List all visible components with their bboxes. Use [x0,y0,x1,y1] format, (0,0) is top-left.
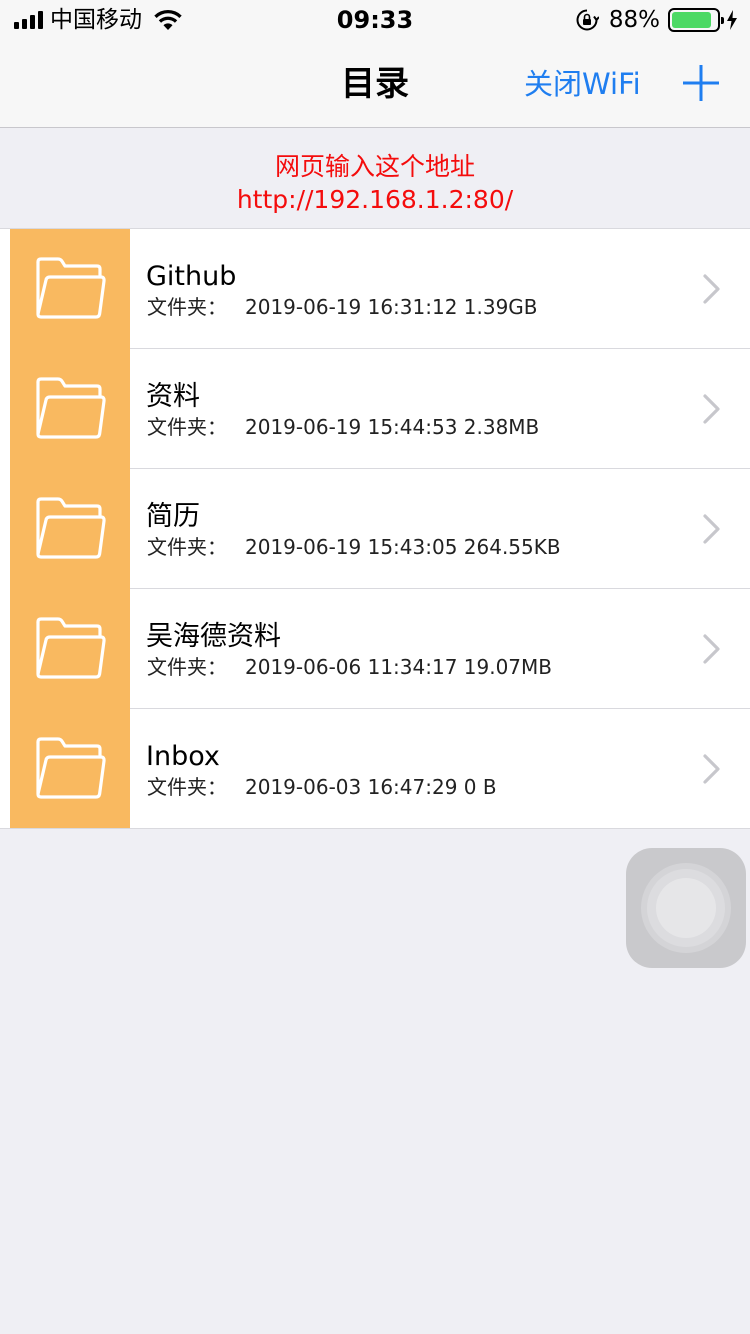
folder-thumbnail [10,469,130,589]
folder-icon [36,257,106,319]
folder-thumbnail [10,229,130,349]
file-info: 2019-06-03 16:47:29 0 B [245,775,497,799]
chevron-right-icon [703,754,720,784]
file-list: Github 文件夹： 2019-06-19 16:31:12 1.39GB 资料… [0,228,750,829]
file-meta: 文件夹： 2019-06-19 15:44:53 2.38MB [147,413,539,441]
chevron-right-icon [703,514,720,544]
list-item[interactable]: Github 文件夹： 2019-06-19 16:31:12 1.39GB [0,229,750,349]
file-name: 资料 [146,381,200,412]
file-meta: 文件夹： 2019-06-19 16:31:12 1.39GB [147,293,538,321]
charging-bolt-icon [727,10,737,30]
file-kind: 文件夹： [147,415,227,439]
battery-percent: 88% [608,7,660,33]
folder-icon [36,377,106,439]
file-name: 吴海德资料 [146,621,281,652]
status-right: 88% [575,6,738,34]
folder-thumbnail [10,709,130,829]
file-info: 2019-06-19 16:31:12 1.39GB [245,295,538,319]
battery-fill [672,12,711,28]
chevron-right-icon [703,634,720,664]
file-meta: 文件夹： 2019-06-06 11:34:17 19.07MB [147,653,552,681]
orientation-lock-icon [576,9,599,31]
chevron-right-icon [703,274,720,304]
list-item[interactable]: 简历 文件夹： 2019-06-19 15:43:05 264.55KB [0,469,750,589]
file-name: Github [146,261,237,292]
file-kind: 文件夹： [147,775,227,799]
folder-thumbnail [10,589,130,709]
file-info: 2019-06-06 11:34:17 19.07MB [245,655,553,679]
close-wifi-button[interactable]: 关闭WiFi [524,64,641,104]
file-name: Inbox [146,741,220,772]
assistive-touch-dot [656,878,716,938]
file-meta: 文件夹： 2019-06-19 15:43:05 264.55KB [147,533,561,561]
chevron-right-icon [703,394,720,424]
file-kind: 文件夹： [147,655,227,679]
battery-icon [668,8,724,32]
folder-icon [36,737,106,799]
file-name: 简历 [146,501,200,532]
assistive-touch-button[interactable] [626,848,746,968]
plus-icon[interactable] [682,64,720,102]
file-info: 2019-06-19 15:43:05 264.55KB [245,535,561,559]
list-item[interactable]: 资料 文件夹： 2019-06-19 15:44:53 2.38MB [0,349,750,469]
address-instruction: 网页输入这个地址 [274,152,475,181]
address-banner: 网页输入这个地址 http://192.168.1.2:80/ [0,129,750,228]
folder-thumbnail [10,349,130,469]
server-address: http://192.168.1.2:80/ [236,185,514,214]
file-meta: 文件夹： 2019-06-03 16:47:29 0 B [147,773,497,801]
file-kind: 文件夹： [147,535,227,559]
list-item[interactable]: Inbox 文件夹： 2019-06-03 16:47:29 0 B [0,709,750,829]
status-bar: 中国移动 09:33 88% [0,0,750,40]
folder-icon [36,497,106,559]
navigation-bar: 目录 关闭WiFi [0,40,750,128]
list-item[interactable]: 吴海德资料 文件夹： 2019-06-06 11:34:17 19.07MB [0,589,750,709]
folder-icon [36,617,106,679]
file-info: 2019-06-19 15:44:53 2.38MB [245,415,540,439]
file-kind: 文件夹： [147,295,227,319]
